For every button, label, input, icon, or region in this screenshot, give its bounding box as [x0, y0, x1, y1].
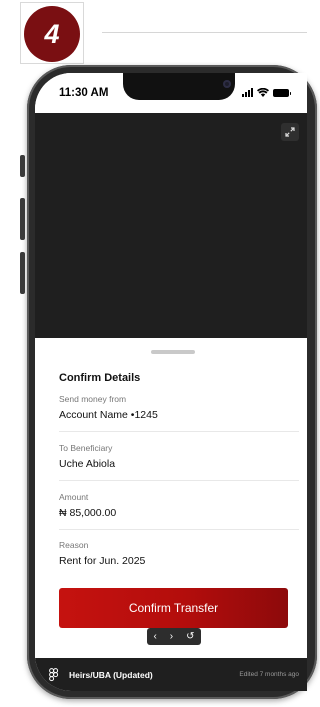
wifi-icon: [257, 88, 269, 97]
status-time: 11:30 AM: [59, 87, 109, 99]
field-value: Uche Abiola: [59, 458, 116, 470]
expand-icon: [285, 127, 295, 137]
prototype-forward-button[interactable]: ›: [170, 631, 173, 642]
divider: [59, 529, 299, 530]
phone-screen: 11:30 AM Confirm Details Send money from…: [35, 73, 307, 691]
signal-icon: [242, 88, 253, 97]
notch: [123, 73, 235, 100]
figma-logo-icon[interactable]: [49, 668, 59, 682]
prototype-navigation: ‹ › ↺: [147, 628, 201, 645]
field-label: To Beneficiary: [59, 443, 113, 453]
field-label: Amount: [59, 492, 89, 502]
field-label: Reason: [59, 540, 89, 550]
divider: [59, 431, 299, 432]
field-reason: Reason Rent for Jun. 2025: [59, 540, 299, 567]
confirm-details-sheet: Confirm Details Send money from Account …: [35, 338, 307, 658]
field-value: ₦ 85,000.00: [59, 507, 117, 519]
divider: [59, 480, 299, 481]
status-icons: [242, 88, 291, 97]
sheet-grabber[interactable]: [151, 350, 195, 354]
expand-button[interactable]: [281, 123, 299, 141]
sheet-title: Confirm Details: [59, 372, 141, 384]
phone-volume-up: [20, 198, 25, 240]
header-divider: [102, 32, 307, 33]
field-send-from: Send money from Account Name •1245: [59, 394, 299, 421]
camera-icon: [223, 80, 231, 88]
figma-footer-bar: Heirs/UBA (Updated) Edited 7 months ago: [35, 658, 307, 691]
battery-icon: [273, 89, 291, 97]
edited-timestamp: Edited 7 months ago: [239, 671, 299, 678]
prototype-back-button[interactable]: ‹: [153, 631, 156, 642]
field-label: Send money from: [59, 394, 127, 404]
phone-volume-down: [20, 252, 25, 294]
phone-side-button: [20, 155, 25, 177]
field-beneficiary: To Beneficiary Uche Abiola: [59, 443, 299, 470]
media-placeholder: [35, 113, 307, 338]
file-name[interactable]: Heirs/UBA (Updated): [69, 670, 153, 680]
field-amount: Amount ₦ 85,000.00: [59, 492, 299, 519]
prototype-restart-button[interactable]: ↺: [186, 631, 194, 642]
field-value: Rent for Jun. 2025: [59, 555, 146, 567]
status-bar: 11:30 AM: [35, 73, 307, 113]
step-number: 4: [44, 18, 60, 49]
step-number-badge: 4: [24, 6, 80, 62]
confirm-transfer-button[interactable]: Confirm Transfer: [59, 588, 288, 628]
field-value: Account Name •1245: [59, 409, 158, 421]
